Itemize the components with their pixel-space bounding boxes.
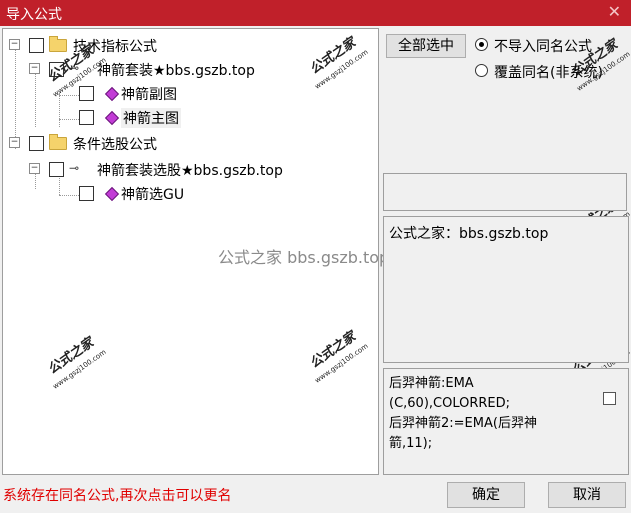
radio-button[interactable]: [475, 38, 488, 51]
code-text: 后羿神箭:EMA (C,60),COLORRED; 后羿神箭2:=EMA(后羿神…: [389, 374, 564, 454]
select-all-button[interactable]: 全部选中: [386, 34, 466, 58]
checkbox[interactable]: [79, 110, 94, 125]
collapse-icon[interactable]: −: [9, 39, 20, 50]
folder-icon: [49, 134, 67, 150]
tree-node-label: 神箭主图: [121, 108, 181, 128]
title-bar: 导入公式 ✕: [0, 0, 631, 26]
tree-node-label: 神箭副图: [121, 87, 177, 103]
checkbox[interactable]: [79, 186, 94, 201]
status-message: 系统存在同名公式,再次点击可以更名: [3, 488, 232, 504]
code-line: 箭,11);: [389, 436, 433, 451]
formula-icon: [104, 86, 120, 102]
ok-button[interactable]: 确定: [447, 482, 525, 508]
tree-node-main-chart[interactable]: 神箭主图: [3, 107, 373, 128]
collapse-icon[interactable]: −: [9, 137, 20, 148]
tree-node-label: 神箭选GU: [121, 187, 185, 203]
formula-name-box: [383, 173, 627, 211]
cancel-button[interactable]: 取消: [548, 482, 626, 508]
tree-node-label: 条件选股公式: [73, 137, 157, 153]
checkbox[interactable]: [29, 136, 44, 151]
checkbox[interactable]: [49, 162, 64, 177]
code-box[interactable]: 后羿神箭:EMA (C,60),COLORRED; 后羿神箭2:=EMA(后羿神…: [383, 368, 629, 475]
checkbox[interactable]: [79, 86, 94, 101]
radio-label: 覆盖同名(非系统): [494, 65, 603, 81]
collapse-icon[interactable]: −: [29, 163, 40, 174]
code-line: 后羿神箭2:=EMA(后羿神: [389, 416, 537, 431]
radio-button[interactable]: [475, 64, 488, 77]
description-box: 公式之家：bbs.gszb.top: [383, 216, 629, 363]
tree-node-label: 神箭套装★bbs.gszb.top: [97, 63, 255, 79]
collapse-icon[interactable]: −: [29, 63, 40, 74]
formula-icon: [104, 186, 120, 202]
checkbox[interactable]: [603, 392, 616, 405]
description-text: 公式之家：bbs.gszb.top: [389, 226, 549, 242]
tree-node-select-gu[interactable]: 神箭选GU: [3, 183, 373, 203]
checkbox[interactable]: [29, 38, 44, 53]
code-line: (C,60),COLORRED;: [389, 396, 511, 411]
close-icon[interactable]: ✕: [608, 2, 621, 21]
tree-node-stock-selection[interactable]: − 条件选股公式: [3, 133, 373, 153]
tree-node-label: 神箭套装选股★bbs.gszb.top: [97, 163, 283, 179]
formula-icon: [104, 110, 120, 126]
tree-node-selection-suite[interactable]: − ⊸ 神箭套装选股★bbs.gszb.top: [3, 159, 373, 179]
tree-node-tech-indicators[interactable]: − 技术指标公式: [3, 35, 373, 55]
window-title: 导入公式: [6, 7, 62, 23]
watermark-text: 公式之家 bbs.gszb.top: [218, 248, 390, 267]
folder-icon: [49, 36, 67, 52]
radio-label: 不导入同名公式: [494, 39, 592, 55]
code-line: 后羿神箭:EMA: [389, 376, 474, 391]
key-icon: ⊸: [69, 161, 80, 175]
